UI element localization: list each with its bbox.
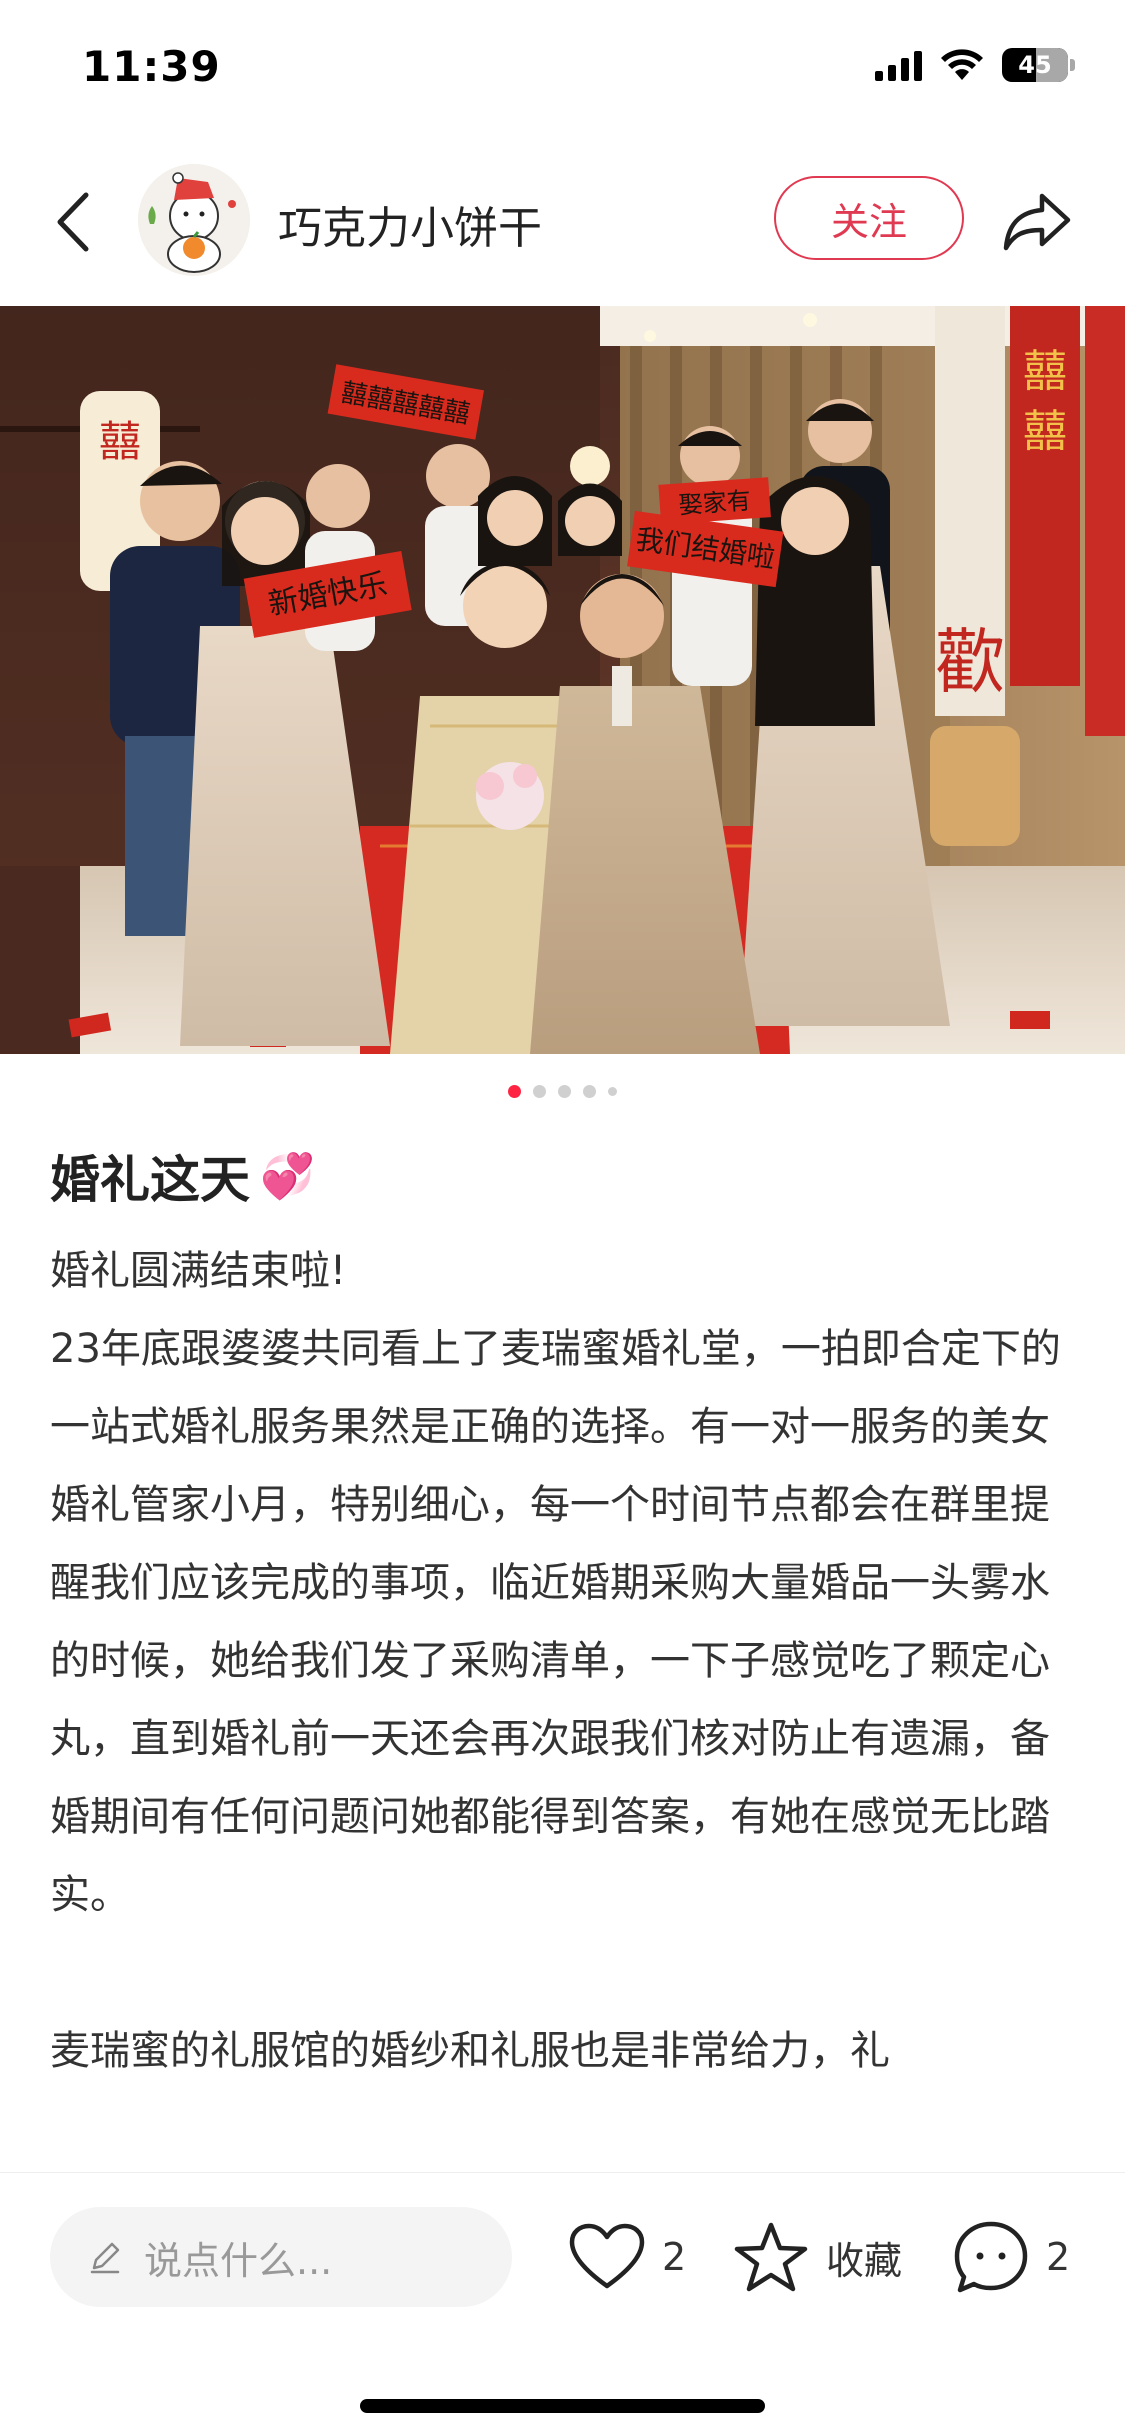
collect-label: 收藏 [826,2238,903,2283]
wifi-icon [941,49,983,80]
lantern-character: 囍 [99,417,141,466]
carousel-dot [508,1085,521,1098]
back-arrow-icon [57,192,89,252]
status-time: 11:39 [82,42,221,91]
follow-button[interactable]: 关注 [774,176,964,260]
back-button[interactable] [44,182,104,262]
carousel-dot [608,1087,617,1096]
comment-count: 2 [1046,2235,1071,2279]
post-header: 巧克力小饼干 关注 [0,150,1125,300]
heart-icon [569,2223,645,2289]
comment-button[interactable]: 2 [952,2215,1070,2299]
post-title: 婚礼这天 💞 [50,1140,315,1212]
post-title-text: 婚礼这天 [50,1151,250,1209]
sparkle-heart-emoji: 💞 [260,1151,315,1202]
like-count: 2 [662,2235,687,2279]
avatar-illustration [138,164,250,276]
bottom-action-bar: 说点什么... 2 收藏 2 [0,2172,1125,2436]
like-button[interactable]: 2 [568,2215,686,2299]
comment-icon [954,2221,1028,2293]
signal-icon [875,49,922,81]
wall-scroll-text: 囍 [1023,346,1067,397]
battery-level: 45 [1018,51,1052,79]
home-indicator[interactable] [360,2399,765,2413]
carousel-dot [558,1085,571,1098]
carousel-indicator [0,1085,1125,1098]
battery-icon: 45 [1002,48,1075,82]
carousel-dot [583,1085,596,1098]
svg-text:囍: 囍 [1023,406,1067,457]
share-button[interactable] [1000,186,1074,256]
carousel-dot [533,1085,546,1098]
avatar[interactable] [138,164,250,276]
banner-right-top-text: 娶家有 [678,487,752,520]
wedding-photo: 囍 囍 歡 囍 囍囍囍囍囍 新婚快乐 娶家有 我们结婚啦 [0,306,1125,1054]
status-icons: 45 [875,48,1075,82]
pencil-icon [90,2242,120,2274]
share-icon [1003,193,1071,251]
post-body: 婚礼圆满结束啦! 23年底跟婆婆共同看上了麦瑞蜜婚礼堂，一拍即合定下的一站式婚礼… [50,1248,1061,2074]
comment-input[interactable]: 说点什么... [50,2207,512,2307]
post-photo[interactable]: 囍 囍 歡 囍 囍囍囍囍囍 新婚快乐 娶家有 我们结婚啦 [0,306,1125,1054]
star-icon [734,2222,808,2292]
username[interactable]: 巧克力小饼干 [278,192,542,256]
comment-placeholder: 说点什么... [144,2238,333,2283]
status-bar: 11:39 45 [0,0,1125,140]
collect-button[interactable]: 收藏 [732,2215,902,2299]
wall-big-character: 歡 [935,621,1005,703]
